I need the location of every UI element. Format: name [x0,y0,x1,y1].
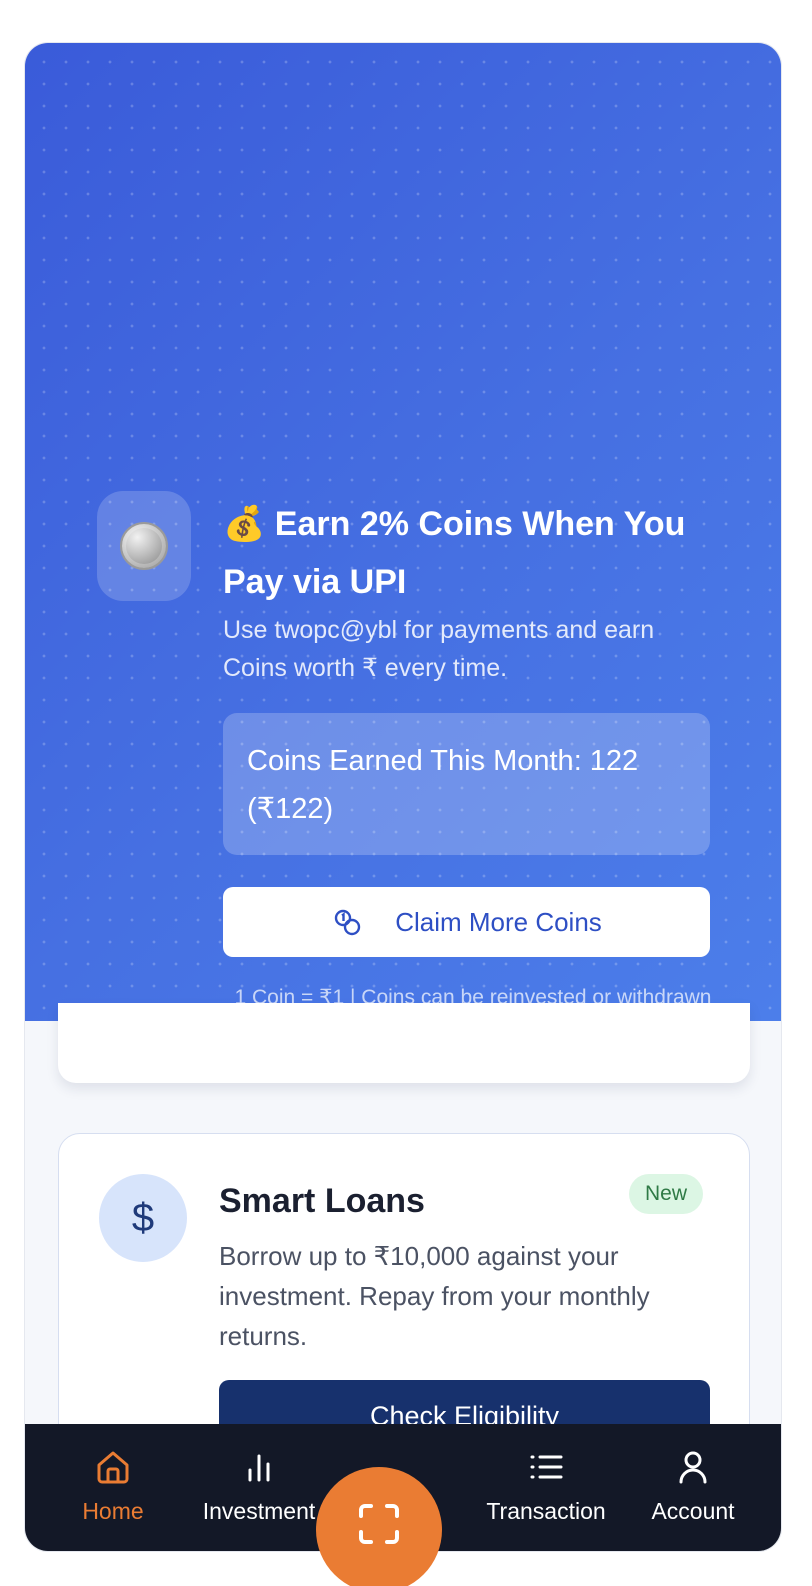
promo-title: 💰 Earn 2% Coins When You Pay via UPI [223,505,686,601]
list-icon [530,1455,563,1479]
promo-description: Use twopc@ybl for payments and earn Coin… [223,616,655,682]
coin-icon [120,522,168,570]
scan-icon [359,1504,399,1544]
nav-item-account[interactable]: Account [645,1424,741,1551]
claim-button-label: Claim More Coins [395,906,602,937]
loan-title: Smart Loans [219,1182,425,1220]
home-icon [97,1451,129,1484]
dollar-icon: $ [99,1174,187,1262]
nav-label-account: Account [651,1498,735,1524]
scan-button[interactable] [316,1467,442,1586]
coin-icon-container [97,491,191,601]
app-screen: 💰 Earn 2% Coins When You Pay via UPI Use… [24,42,782,1552]
bar-chart-icon [248,1454,270,1482]
claim-more-coins-button[interactable]: Claim More Coins [223,887,710,957]
nav-item-home[interactable]: Home [69,1424,157,1551]
upi-coins-promo: 💰 Earn 2% Coins When You Pay via UPI Use… [25,43,781,1021]
nav-label-transaction: Transaction [486,1498,606,1524]
new-badge: New [629,1174,704,1214]
loan-description: Borrow up to ₹10,000 against your invest… [219,1241,650,1351]
user-icon [679,1451,707,1484]
nav-label-home: Home [82,1498,144,1524]
nav-item-transaction[interactable]: Transaction [481,1424,611,1551]
nav-item-investment[interactable]: Investment [195,1424,323,1551]
nav-label-investment: Investment [202,1498,316,1524]
coins-earned-summary: Coins Earned This Month: 122 (₹122) [223,713,710,855]
coins-icon [334,909,361,936]
promo-card-footer [58,1003,750,1083]
